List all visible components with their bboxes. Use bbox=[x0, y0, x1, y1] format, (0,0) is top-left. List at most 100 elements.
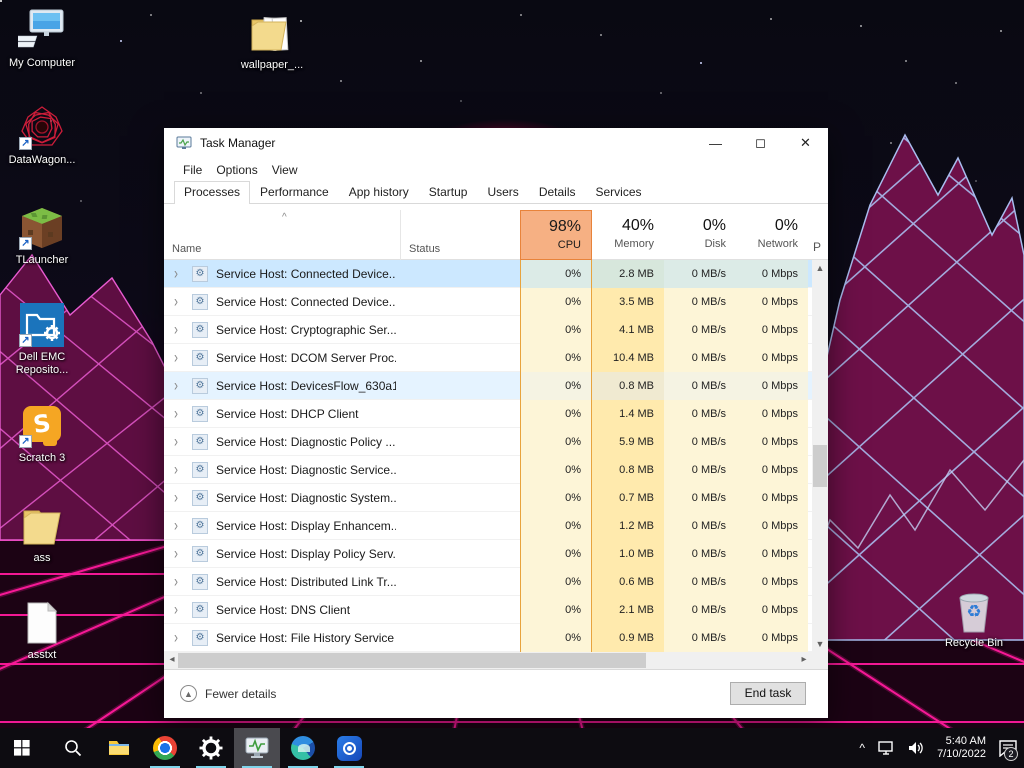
desktop-icon-recycle-bin[interactable]: ♻ Recycle Bin bbox=[932, 588, 1016, 650]
end-task-button[interactable]: End task bbox=[730, 682, 806, 705]
scroll-down-arrow[interactable]: ▼ bbox=[812, 636, 828, 652]
tab-app-history[interactable]: App history bbox=[339, 181, 419, 203]
process-row[interactable]: › ⚙ Service Host: Display Policy Serv...… bbox=[164, 540, 812, 568]
tab-details[interactable]: Details bbox=[529, 181, 586, 203]
start-button[interactable] bbox=[0, 728, 44, 768]
taskbar-chrome[interactable] bbox=[142, 728, 188, 768]
process-disk-value: 0 MB/s bbox=[664, 428, 736, 456]
process-row[interactable]: › ⚙ Service Host: DHCP Client 0% 1.4 MB … bbox=[164, 400, 812, 428]
title-bar[interactable]: Task Manager — ◻ ✕ bbox=[164, 128, 828, 158]
process-row[interactable]: › ⚙ Service Host: Cryptographic Ser... 0… bbox=[164, 316, 812, 344]
desktop-icon-tlauncher[interactable]: ↗ TLauncher bbox=[0, 205, 84, 267]
process-row[interactable]: › ⚙ Service Host: Display Enhancem... 0%… bbox=[164, 512, 812, 540]
expand-chevron-icon[interactable]: › bbox=[174, 627, 178, 647]
vertical-scroll-thumb[interactable] bbox=[813, 445, 827, 487]
process-row[interactable]: › ⚙ Service Host: DCOM Server Proc... 0%… bbox=[164, 344, 812, 372]
tray-volume[interactable] bbox=[901, 728, 931, 768]
process-cpu-value: 0% bbox=[520, 540, 592, 568]
process-disk-value: 0 MB/s bbox=[664, 540, 736, 568]
taskbar-task-manager[interactable] bbox=[234, 728, 280, 768]
process-row[interactable]: › ⚙ Service Host: File History Service 0… bbox=[164, 624, 812, 652]
desktop-icon-asstxt[interactable]: asstxt bbox=[0, 600, 84, 662]
network-total-percent: 0% bbox=[774, 217, 798, 234]
taskbar-search-button[interactable] bbox=[50, 728, 96, 768]
fewer-details-toggle[interactable]: ▲ Fewer details bbox=[180, 685, 276, 702]
shortcut-arrow-badge: ↗ bbox=[19, 334, 32, 347]
desktop-icon-scratch3[interactable]: S ↗ Scratch 3 bbox=[0, 403, 84, 465]
column-header-power-partial[interactable]: P bbox=[813, 240, 821, 254]
column-header-network[interactable]: 0% Network bbox=[736, 210, 808, 260]
menu-file[interactable]: File bbox=[176, 160, 209, 180]
process-disk-value: 0 MB/s bbox=[664, 288, 736, 316]
desktop-icon-ass-folder[interactable]: ass bbox=[0, 503, 84, 565]
expand-chevron-icon[interactable]: › bbox=[174, 543, 178, 563]
desktop-icon-my-computer[interactable]: My Computer bbox=[0, 8, 84, 70]
notification-center-button[interactable]: 2 bbox=[992, 728, 1024, 768]
menu-view[interactable]: View bbox=[265, 160, 305, 180]
column-header-status[interactable]: Status bbox=[400, 210, 520, 260]
tray-chevron-up[interactable]: ^ bbox=[853, 728, 871, 768]
expand-chevron-icon[interactable]: › bbox=[174, 347, 178, 367]
process-cpu-value: 0% bbox=[520, 456, 592, 484]
maximize-button[interactable]: ◻ bbox=[738, 128, 783, 158]
process-row[interactable]: › ⚙ Service Host: Diagnostic Policy ... … bbox=[164, 428, 812, 456]
taskbar-edge[interactable] bbox=[280, 728, 326, 768]
process-network-value: 0 Mbps bbox=[736, 400, 808, 428]
horizontal-scroll-thumb[interactable] bbox=[178, 653, 646, 668]
expand-chevron-icon[interactable]: › bbox=[174, 599, 178, 619]
expand-chevron-icon[interactable]: › bbox=[174, 263, 178, 283]
tab-performance[interactable]: Performance bbox=[250, 181, 339, 203]
close-button[interactable]: ✕ bbox=[783, 128, 828, 158]
process-name: Service Host: DevicesFlow_630a1 bbox=[216, 379, 396, 393]
taskbar-camera-app[interactable] bbox=[326, 728, 372, 768]
process-cpu-value: 0% bbox=[520, 484, 592, 512]
taskbar-file-explorer[interactable] bbox=[96, 728, 142, 768]
expand-chevron-icon[interactable]: › bbox=[174, 459, 178, 479]
tab-services[interactable]: Services bbox=[586, 181, 652, 203]
process-row[interactable]: › ⚙ Service Host: DevicesFlow_630a1 0% 0… bbox=[164, 372, 812, 400]
tray-clock[interactable]: 5:40 AM 7/10/2022 bbox=[931, 735, 992, 761]
expand-chevron-icon[interactable]: › bbox=[174, 571, 178, 591]
expand-chevron-icon[interactable]: › bbox=[174, 403, 178, 423]
desktop-icon-wallpaper-folder[interactable]: wallpaper_... bbox=[230, 10, 314, 72]
desktop-icon-dell-emc[interactable]: ↗ Dell EMC Reposito... bbox=[0, 302, 84, 377]
process-row[interactable]: › ⚙ Service Host: Diagnostic System... 0… bbox=[164, 484, 812, 512]
process-row[interactable]: › ⚙ Service Host: Distributed Link Tr...… bbox=[164, 568, 812, 596]
expand-chevron-icon[interactable]: › bbox=[174, 487, 178, 507]
expand-chevron-icon[interactable]: › bbox=[174, 319, 178, 339]
tab-processes[interactable]: Processes bbox=[174, 181, 251, 204]
process-row[interactable]: › ⚙ Service Host: Connected Device... 0%… bbox=[164, 260, 812, 288]
expand-chevron-icon[interactable]: › bbox=[174, 431, 178, 451]
process-name: Service Host: Diagnostic Policy ... bbox=[216, 435, 396, 449]
horizontal-scrollbar[interactable]: ◂ ▸ bbox=[164, 652, 812, 669]
process-memory-value: 0.8 MB bbox=[592, 456, 664, 484]
column-header-name[interactable]: ^ Name bbox=[168, 210, 396, 260]
tray-network[interactable] bbox=[871, 728, 901, 768]
process-row[interactable]: › ⚙ Service Host: Connected Device... 0%… bbox=[164, 288, 812, 316]
tab-users[interactable]: Users bbox=[477, 181, 528, 203]
column-header-memory[interactable]: 40% Memory bbox=[592, 210, 664, 260]
clock-time: 5:40 AM bbox=[945, 735, 986, 747]
vertical-scrollbar[interactable]: ▲ ▼ bbox=[812, 260, 828, 652]
speaker-icon bbox=[909, 742, 923, 754]
process-row[interactable]: › ⚙ Service Host: DNS Client 0% 2.1 MB 0… bbox=[164, 596, 812, 624]
memory-total-percent: 40% bbox=[621, 217, 654, 234]
process-row[interactable]: › ⚙ Service Host: Diagnostic Service... … bbox=[164, 456, 812, 484]
column-header-cpu[interactable]: 98% CPU bbox=[520, 210, 592, 260]
column-header-disk[interactable]: 0% Disk bbox=[664, 210, 736, 260]
scroll-right-arrow[interactable]: ▸ bbox=[796, 652, 812, 669]
tab-startup[interactable]: Startup bbox=[419, 181, 478, 203]
menu-options[interactable]: Options bbox=[209, 160, 264, 180]
expand-chevron-icon[interactable]: › bbox=[174, 515, 178, 535]
process-memory-value: 3.5 MB bbox=[592, 288, 664, 316]
service-gear-icon: ⚙ bbox=[192, 434, 208, 450]
process-memory-value: 0.6 MB bbox=[592, 568, 664, 596]
expand-chevron-icon[interactable]: › bbox=[174, 375, 178, 395]
expand-chevron-icon[interactable]: › bbox=[174, 291, 178, 311]
minimize-button[interactable]: — bbox=[693, 128, 738, 158]
taskbar-settings[interactable] bbox=[188, 728, 234, 768]
scroll-up-arrow[interactable]: ▲ bbox=[812, 260, 828, 276]
name-header-label: Name bbox=[172, 243, 202, 255]
desktop-icon-datawagon[interactable]: ↗ DataWagon... bbox=[0, 105, 84, 167]
service-gear-icon: ⚙ bbox=[192, 266, 208, 282]
